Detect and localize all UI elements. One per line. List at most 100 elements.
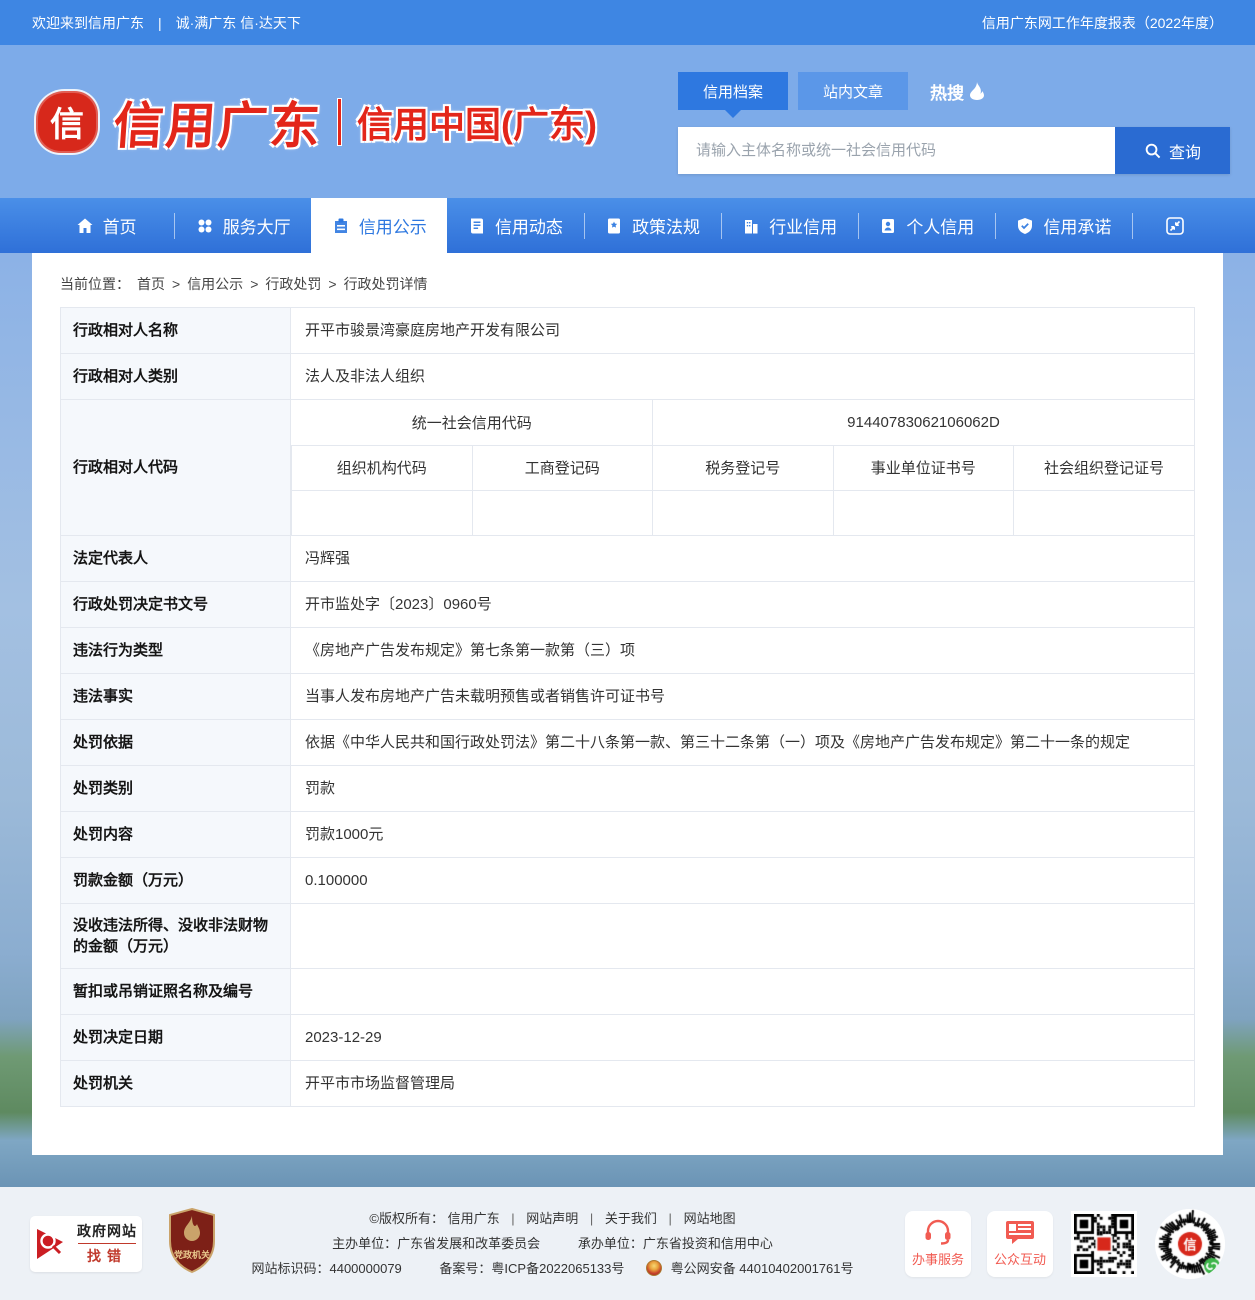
- table-row: 处罚依据 依据《中华人民共和国行政处罚法》第二十八条第一款、第三十二条第（一）项…: [61, 720, 1195, 766]
- book-icon: [605, 217, 623, 235]
- nav-collapse-button[interactable]: [1133, 198, 1217, 253]
- row-label: 行政处罚决定书文号: [61, 582, 291, 628]
- organizer-text: 主办单位：广东省发展和改革委员会: [332, 1236, 540, 1251]
- breadcrumb-credit-publicity[interactable]: 信用公示: [187, 274, 243, 294]
- party-gov-badge[interactable]: 党政机关: [168, 1208, 216, 1279]
- table-row: 暂扣或吊销证照名称及编号: [61, 969, 1195, 1015]
- site-subtitle: 信用中国(广东): [357, 96, 597, 148]
- row-value: 开平市骏景湾豪庭房地产开发有限公司: [291, 308, 1195, 354]
- table-row: 行政相对人名称 开平市骏景湾豪庭房地产开发有限公司: [61, 308, 1195, 354]
- flame-icon: [969, 82, 985, 100]
- footer-link-sitemap[interactable]: 网站地图: [684, 1211, 736, 1226]
- table-row: 罚款金额（万元） 0.100000: [61, 858, 1195, 904]
- search-input[interactable]: [678, 127, 1115, 174]
- row-label: 罚款金额（万元）: [61, 858, 291, 904]
- building-icon: [742, 217, 760, 235]
- row-value: [291, 904, 1195, 969]
- row-value: 依据《中华人民共和国行政处罚法》第二十八条第一款、第三十二条第（一）项及《房地产…: [291, 720, 1195, 766]
- row-value: 《房地产广告发布规定》第七条第一款第（三）项: [291, 628, 1195, 674]
- nav-item-credit-commitment[interactable]: 信用承诺: [996, 198, 1132, 253]
- slogan-text: 诚·满广东 信·达天下: [176, 13, 301, 33]
- page-background: 当前位置： 首页 > 信用公示 > 行政处罚 > 行政处罚详情 行政相对人名称 …: [0, 253, 1255, 1187]
- row-value: 冯辉强: [291, 536, 1195, 582]
- code-col-value: [1014, 490, 1195, 535]
- breadcrumb: 当前位置： 首页 > 信用公示 > 行政处罚 > 行政处罚详情: [60, 274, 1195, 294]
- breadcrumb-current: 行政处罚详情: [344, 274, 428, 294]
- table-row: 处罚类别 罚款: [61, 766, 1195, 812]
- row-value: 当事人发布房地产广告未载明预售或者销售许可证书号: [291, 674, 1195, 720]
- table-row: 没收违法所得、没收非法财物的金额（万元）: [61, 904, 1195, 969]
- miniprogram-code: [1155, 1209, 1225, 1279]
- code-col-value: [292, 490, 473, 535]
- svg-text:党政机关: 党政机关: [174, 1249, 210, 1260]
- table-row: 处罚决定日期 2023-12-29: [61, 1015, 1195, 1061]
- search-module: 信用档案 站内文章 热搜 查询: [678, 72, 1230, 174]
- row-value: 开平市市场监督管理局: [291, 1061, 1195, 1107]
- row-label: 处罚机关: [61, 1061, 291, 1107]
- party-code-cell: 统一社会信用代码 91440783062106062D 组织机构代码 工商登记码…: [291, 400, 1195, 536]
- table-row: 行政处罚决定书文号 开市监处字〔2023〕0960号: [61, 582, 1195, 628]
- nav-item-service-hall[interactable]: 服务大厅: [175, 198, 311, 253]
- row-label: 处罚决定日期: [61, 1015, 291, 1061]
- document-icon: [468, 217, 486, 235]
- nav-item-credit-news[interactable]: 信用动态: [447, 198, 583, 253]
- site-logo[interactable]: 信 信用广东 信用中国(广东): [36, 86, 597, 158]
- row-label: 处罚依据: [61, 720, 291, 766]
- main-nav: 首页 服务大厅 信用公示 信用动态 政策法规 行业信用 个人信用 信用承诺: [0, 198, 1255, 253]
- shield-check-icon: [1016, 217, 1034, 235]
- icp-text: 备案号：粤ICP备2022065133号: [439, 1261, 624, 1276]
- row-value: 0.100000: [291, 858, 1195, 904]
- error-badge-title: 政府网站: [77, 1221, 137, 1241]
- gov-error-report-badge[interactable]: 政府网站 找错: [30, 1216, 142, 1272]
- search-icon: [1144, 142, 1161, 159]
- row-label: 处罚类别: [61, 766, 291, 812]
- row-value: 罚款1000元: [291, 812, 1195, 858]
- nav-item-home[interactable]: 首页: [38, 198, 174, 253]
- code-col-header: 社会组织登记证号: [1014, 445, 1195, 490]
- tab-credit-archive[interactable]: 信用档案: [678, 72, 788, 110]
- row-value: [291, 969, 1195, 1015]
- footer-link-about[interactable]: 关于我们: [605, 1211, 657, 1226]
- footer-link-statement[interactable]: 网站声明: [526, 1211, 578, 1226]
- topbar-divider: |: [158, 15, 162, 31]
- code-col-value: [833, 490, 1014, 535]
- welcome-text: 欢迎来到信用广东: [32, 13, 144, 33]
- logo-divider: [338, 99, 341, 145]
- annual-report-link[interactable]: 信用广东网工作年度报表（2022年度）: [982, 13, 1223, 33]
- row-value: 2023-12-29: [291, 1015, 1195, 1061]
- row-value: 开市监处字〔2023〕0960号: [291, 582, 1195, 628]
- content-panel: 当前位置： 首页 > 信用公示 > 行政处罚 > 行政处罚详情 行政相对人名称 …: [32, 253, 1223, 1155]
- interaction-card[interactable]: 公众互动: [987, 1211, 1053, 1277]
- copyright-text: ©版权所有： 信用广东: [369, 1211, 499, 1226]
- seal-logo-icon: 信: [36, 91, 98, 153]
- site-footer: 政府网站 找错 党政机关 ©版权所有： 信用广东 | 网站声明 | 关于我们 |…: [0, 1187, 1255, 1300]
- row-label: 行政相对人类别: [61, 354, 291, 400]
- undertaker-text: 承办单位：广东省投资和信用中心: [578, 1236, 773, 1251]
- nav-item-credit-publicity[interactable]: 信用公示: [311, 198, 447, 253]
- tab-site-articles[interactable]: 站内文章: [798, 72, 908, 110]
- row-label: 处罚内容: [61, 812, 291, 858]
- search-button[interactable]: 查询: [1115, 127, 1230, 174]
- code-col-header: 组织机构代码: [292, 445, 473, 490]
- penalty-detail-table: 行政相对人名称 开平市骏景湾豪庭房地产开发有限公司 行政相对人类别 法人及非法人…: [60, 307, 1195, 1107]
- party-code-table: 统一社会信用代码 91440783062106062D 组织机构代码 工商登记码…: [291, 400, 1194, 535]
- table-row: 违法行为类型 《房地产广告发布规定》第七条第一款第（三）项: [61, 628, 1195, 674]
- chat-icon: [1004, 1219, 1036, 1245]
- breadcrumb-home[interactable]: 首页: [137, 274, 165, 294]
- error-badge-subtitle: 找错: [87, 1246, 127, 1266]
- hot-search-link[interactable]: 热搜: [930, 79, 985, 104]
- code-col-value: [653, 490, 834, 535]
- clipboard-icon: [332, 217, 350, 235]
- table-row: 行政相对人类别 法人及非法人组织: [61, 354, 1195, 400]
- site-header: 信 信用广东 信用中国(广东) 信用档案 站内文章 热搜 查询: [0, 45, 1255, 198]
- breadcrumb-admin-penalty[interactable]: 行政处罚: [265, 274, 321, 294]
- row-value: 罚款: [291, 766, 1195, 812]
- collapse-icon: [1164, 215, 1186, 237]
- service-card[interactable]: 办事服务: [905, 1211, 971, 1277]
- code-col-header: 工商登记码: [472, 445, 653, 490]
- site-title: 信用广东: [111, 86, 324, 158]
- qr-code: [1071, 1211, 1137, 1277]
- nav-item-industry-credit[interactable]: 行业信用: [722, 198, 858, 253]
- nav-item-policies[interactable]: 政策法规: [585, 198, 721, 253]
- nav-item-personal-credit[interactable]: 个人信用: [859, 198, 995, 253]
